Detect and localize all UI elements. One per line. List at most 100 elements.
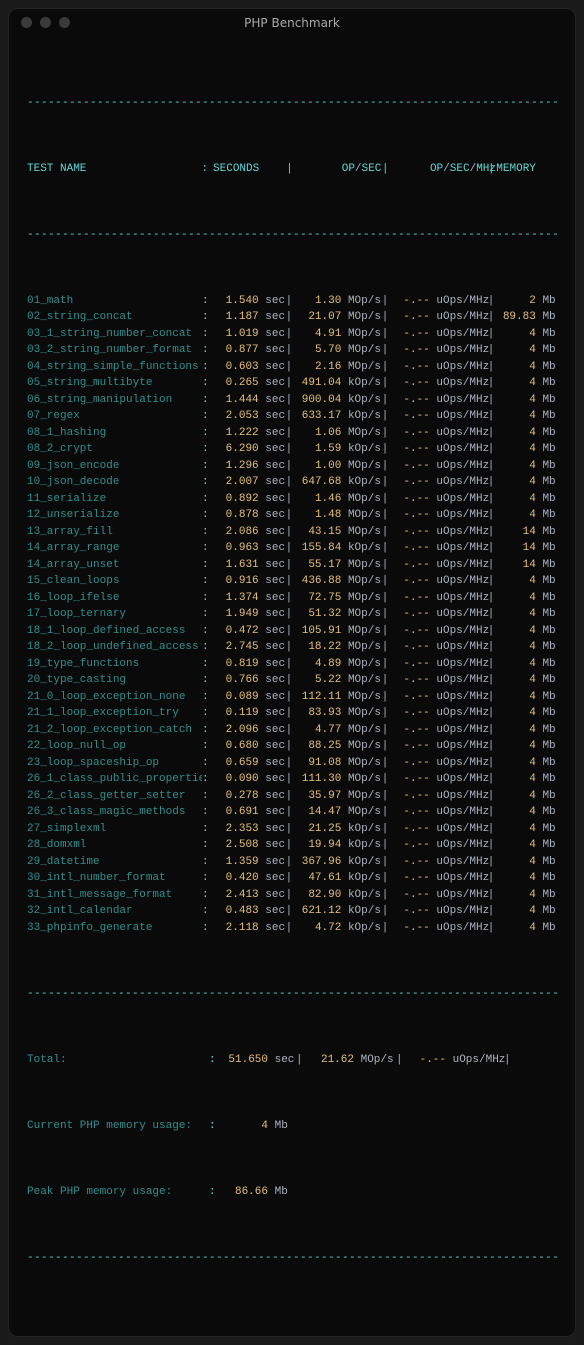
divider: ----------------------------------------… [27, 1250, 557, 1267]
test-name: 33_phpinfo_generate [27, 920, 202, 937]
test-name: 20_type_casting [27, 672, 202, 689]
table-row: 32_intl_calendar:0.483 sec|621.12 kOp/s|… [27, 903, 557, 920]
opsecmhz-value: -.-- [389, 309, 429, 326]
opsec-value: 647.68 [293, 474, 341, 491]
test-name: 03_2_string_number_format [27, 342, 202, 359]
table-header: TEST NAME : SECONDS | OP/SEC | OP/SEC/MH… [27, 161, 557, 178]
close-icon[interactable] [21, 17, 32, 28]
table-row: 23_loop_spaceship_op:0.659 sec|91.08 MOp… [27, 755, 557, 772]
test-name: 21_2_loop_exception_catch [27, 722, 202, 739]
opsec-value: 111.30 [293, 771, 341, 788]
table-row: 26_2_class_getter_setter:0.278 sec|35.97… [27, 788, 557, 805]
seconds-value: 1.296 [213, 458, 258, 475]
terminal-window: PHP Benchmark --------------------------… [8, 8, 576, 1337]
opsec-value: 21.07 [293, 309, 341, 326]
opsecmhz-value: -.-- [389, 557, 429, 574]
table-row: 12_unserialize:0.878 sec|1.48 MOp/s|-.--… [27, 507, 557, 524]
seconds-value: 0.659 [213, 755, 258, 772]
divider: ----------------------------------------… [27, 227, 557, 244]
test-name: 28_domxml [27, 837, 202, 854]
opsecmhz-value: -.-- [389, 903, 429, 920]
table-row: 33_phpinfo_generate:2.118 sec|4.72 kOp/s… [27, 920, 557, 937]
opsec-value: 19.94 [293, 837, 341, 854]
opsecmhz-value: -.-- [389, 788, 429, 805]
opsecmhz-value: -.-- [389, 458, 429, 475]
footer-total: Total: : 51.650 sec | 21.62 MOp/s | -.--… [27, 1052, 557, 1069]
memory-value: 4 [495, 590, 535, 607]
opsec-value: 1.48 [293, 507, 341, 524]
test-name: 26_2_class_getter_setter [27, 788, 202, 805]
traffic-lights[interactable] [21, 17, 70, 28]
zoom-icon[interactable] [59, 17, 70, 28]
table-row: 10_json_decode:2.007 sec|647.68 kOp/s|-.… [27, 474, 557, 491]
opsecmhz-value: -.-- [389, 755, 429, 772]
seconds-value: 2.086 [213, 524, 258, 541]
opsecmhz-value: -.-- [389, 491, 429, 508]
opsecmhz-value: -.-- [389, 606, 429, 623]
test-name: 08_2_crypt [27, 441, 202, 458]
table-row: 07_regex:2.053 sec|633.17 kOp/s|-.-- uOp… [27, 408, 557, 425]
test-name: 30_intl_number_format [27, 870, 202, 887]
opsec-value: 55.17 [293, 557, 341, 574]
memory-value: 4 [495, 326, 535, 343]
memory-value: 4 [495, 491, 535, 508]
memory-value: 4 [495, 458, 535, 475]
opsec-value: 491.04 [293, 375, 341, 392]
opsec-value: 4.89 [293, 656, 341, 673]
total-op: 21.62 [304, 1052, 354, 1069]
test-name: 32_intl_calendar [27, 903, 202, 920]
memory-value: 4 [495, 441, 535, 458]
opsecmhz-value: -.-- [389, 425, 429, 442]
opsec-value: 4.91 [293, 326, 341, 343]
table-row: 31_intl_message_format:2.413 sec|82.90 k… [27, 887, 557, 904]
table-row: 14_array_range:0.963 sec|155.84 kOp/s|-.… [27, 540, 557, 557]
seconds-value: 0.483 [213, 903, 258, 920]
seconds-value: 1.444 [213, 392, 258, 409]
seconds-value: 0.278 [213, 788, 258, 805]
opsecmhz-value: -.-- [389, 722, 429, 739]
table-body: 01_math:1.540 sec|1.30 MOp/s|-.-- uOps/M… [27, 293, 557, 937]
memory-value: 4 [495, 755, 535, 772]
opsecmhz-value: -.-- [389, 920, 429, 937]
seconds-value: 0.963 [213, 540, 258, 557]
test-name: 14_array_range [27, 540, 202, 557]
test-name: 07_regex [27, 408, 202, 425]
table-row: 14_array_unset:1.631 sec|55.17 MOp/s|-.-… [27, 557, 557, 574]
opsec-value: 155.84 [293, 540, 341, 557]
table-row: 11_serialize:0.892 sec|1.46 MOp/s|-.-- u… [27, 491, 557, 508]
divider: ----------------------------------------… [27, 986, 557, 1003]
opsecmhz-value: -.-- [389, 771, 429, 788]
seconds-value: 0.892 [213, 491, 258, 508]
memory-value: 4 [495, 392, 535, 409]
table-row: 29_datetime:1.359 sec|367.96 kOp/s|-.-- … [27, 854, 557, 871]
memory-value: 4 [495, 623, 535, 640]
seconds-value: 0.766 [213, 672, 258, 689]
table-row: 19_type_functions:0.819 sec|4.89 MOp/s|-… [27, 656, 557, 673]
opsecmhz-value: -.-- [389, 293, 429, 310]
opsec-value: 1.59 [293, 441, 341, 458]
memory-value: 14 [495, 540, 535, 557]
opsecmhz-value: -.-- [389, 375, 429, 392]
opsecmhz-value: -.-- [389, 821, 429, 838]
test-name: 16_loop_ifelse [27, 590, 202, 607]
memory-value: 4 [495, 639, 535, 656]
test-name: 08_1_hashing [27, 425, 202, 442]
seconds-value: 0.819 [213, 656, 258, 673]
opsecmhz-value: -.-- [389, 854, 429, 871]
table-row: 28_domxml:2.508 sec|19.94 kOp/s|-.-- uOp… [27, 837, 557, 854]
opsecmhz-value: -.-- [389, 590, 429, 607]
opsec-value: 1.00 [293, 458, 341, 475]
table-row: 30_intl_number_format:0.420 sec|47.61 kO… [27, 870, 557, 887]
test-name: 26_1_class_public_properties [27, 771, 202, 788]
minimize-icon[interactable] [40, 17, 51, 28]
table-row: 01_math:1.540 sec|1.30 MOp/s|-.-- uOps/M… [27, 293, 557, 310]
seconds-value: 1.187 [213, 309, 258, 326]
opsec-value: 14.47 [293, 804, 341, 821]
test-name: 18_2_loop_undefined_access [27, 639, 202, 656]
seconds-value: 0.603 [213, 359, 258, 376]
seconds-value: 1.019 [213, 326, 258, 343]
opsec-value: 72.75 [293, 590, 341, 607]
test-name: 12_unserialize [27, 507, 202, 524]
table-row: 15_clean_loops:0.916 sec|436.88 MOp/s|-.… [27, 573, 557, 590]
footer-peak-mem: Peak PHP memory usage: : 86.66 Mb [27, 1184, 557, 1201]
